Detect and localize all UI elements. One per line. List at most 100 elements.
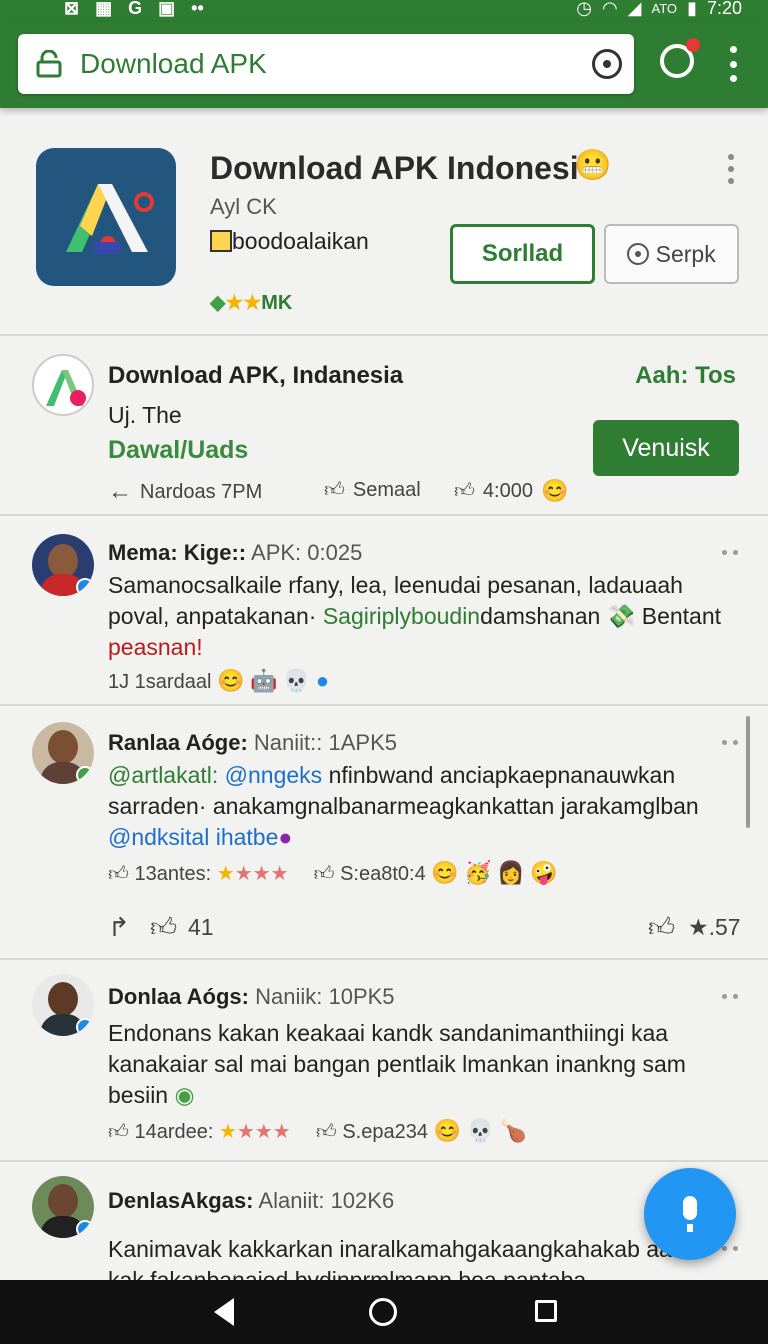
comment-item: Donlaa Aógs: Naniik: 10PK5 Endonans kaka… — [0, 960, 768, 1162]
post-count[interactable]: 👍︎ 4:000 😊 — [454, 478, 568, 504]
skull-emoji-icon: 💀 — [282, 668, 311, 693]
post-like[interactable]: 👍︎ Semaal — [324, 478, 421, 502]
notification-bell-icon[interactable] — [660, 38, 700, 78]
post-downloads-link[interactable]: Dawal/Uads — [108, 436, 248, 465]
comment-menu-icon[interactable] — [722, 740, 738, 748]
thumbs-up-icon[interactable]: 👍︎ — [648, 912, 675, 943]
thumbs-up-icon[interactable]: 👍︎ — [316, 1121, 337, 1143]
app-subtitle: Ayl CK — [210, 194, 277, 219]
app-header: Download APK Indonesi 😬 Ayl CK boodoalai… — [0, 118, 768, 336]
status-bar: ⊠ ▦ G ▣ •• ◷ ◠ ◢ ATO ▮ 7:20 — [0, 0, 768, 22]
battery-icon: ▮ — [687, 0, 697, 18]
rating-text: MK — [261, 292, 293, 314]
like-count: 41 — [188, 914, 214, 940]
url-text: Download APK — [80, 48, 267, 79]
app-notification-icon: ⊠ — [64, 0, 80, 18]
post-time-text: Nardoas 7PM — [140, 480, 263, 503]
post-like-label: Semaal — [352, 478, 421, 501]
star-count: ★.57 — [688, 914, 741, 940]
comment-item: Mema: Kige:: APK: 0:025 Samanocsalkaile … — [0, 518, 768, 706]
recent-apps-icon[interactable] — [535, 1300, 557, 1322]
verified-badge-icon — [76, 578, 94, 596]
comment-body: @artlakatl: @nngeks nfinbwand anciapkaep… — [108, 762, 699, 850]
post-title: Download APK, Indanesia — [108, 362, 404, 389]
smile-emoji-icon: 😊 — [431, 860, 459, 885]
thumbs-up-icon[interactable]: 👍︎ — [314, 863, 335, 885]
microphone-icon — [683, 1196, 697, 1232]
post-subtitle: Uj. The — [108, 402, 182, 428]
avatar[interactable] — [32, 1176, 94, 1238]
thumbs-up-icon[interactable]: 👍︎ — [108, 863, 129, 885]
scrollbar[interactable] — [746, 716, 750, 828]
avatar[interactable] — [32, 534, 94, 596]
post-count-text: 4:000 — [482, 479, 533, 502]
whatsapp-icon: ◉ — [174, 1082, 195, 1108]
home-icon[interactable] — [369, 1298, 397, 1326]
party-emoji-icon: 🤪 — [530, 860, 558, 885]
rating-stars: ★ — [216, 863, 235, 885]
money-emoji-icon: 💸 — [606, 603, 636, 629]
thumbs-up-icon[interactable]: 👍︎ — [150, 912, 177, 943]
comment-like-count: 14ardee: — [134, 1121, 214, 1143]
address-bar[interactable]: Download APK — [18, 34, 634, 94]
mention-link[interactable]: @nngeks — [225, 762, 323, 788]
alarm-icon: ◷ — [576, 0, 592, 18]
comment-author: DenlasAkgas: Alaniit: 102K6 — [108, 1188, 395, 1213]
more-emoji-icon: ● — [315, 668, 330, 693]
rating-stars: ★ — [219, 1121, 237, 1143]
purple-emoji-icon: ● — [278, 824, 293, 850]
share-arrow-icon[interactable]: ↱ — [108, 912, 130, 943]
comment-author: Ranlaa Aóge: Naniit:: 1APK5 — [108, 730, 397, 755]
lock-icon — [36, 50, 62, 78]
verified-badge-icon — [76, 1018, 94, 1036]
view-button[interactable]: Venuisk — [593, 420, 739, 476]
share-button[interactable]: Serpk — [604, 224, 739, 284]
robot-emoji-icon: 🤖 — [249, 668, 278, 693]
comment-menu-icon[interactable] — [722, 994, 738, 1002]
apk-logo-icon — [46, 370, 86, 406]
comment-author: Donlaa Aógs: Naniik: 10PK5 — [108, 984, 395, 1009]
comment-menu-icon[interactable] — [722, 550, 738, 558]
system-icons: ◷ ◠ ◢ ATO ▮ 7:20 — [576, 0, 742, 19]
comment-like-count: 13antes: — [134, 863, 212, 885]
developer-name: boodoalaikan — [232, 228, 369, 254]
network-label: ATO — [651, 1, 678, 16]
comment-share-count: S:ea8t0:4 — [340, 863, 426, 885]
notification-icons: ⊠ ▦ G ▣ •• — [64, 0, 204, 19]
app-logo — [36, 148, 176, 286]
overflow-menu-icon[interactable] — [726, 46, 740, 82]
developer-badge-icon — [210, 230, 232, 252]
comment-body: Samanocsalkaile rfany, lea, leenudai pes… — [108, 572, 722, 660]
leaf-icon: ◆ — [210, 292, 226, 314]
avatar[interactable] — [32, 974, 94, 1036]
mention-link[interactable]: @artlakatl: — [108, 762, 218, 788]
skull-emoji-icon: 💀 — [466, 1118, 494, 1143]
back-arrow-icon[interactable]: ← — [108, 478, 132, 506]
verified-badge-icon — [76, 766, 94, 784]
verified-badge-icon — [76, 1220, 94, 1238]
avatar-emoji-icon: 👩 — [497, 860, 525, 885]
back-icon[interactable] — [214, 1298, 234, 1326]
mention-link[interactable]: @ndksital ihatbe — [108, 824, 278, 850]
avatar[interactable] — [32, 722, 94, 784]
share-icon — [627, 243, 650, 265]
voice-search-button[interactable] — [644, 1168, 736, 1260]
comment-reactions: 1J 1sardaal 😊 🤖 💀 ● — [108, 668, 748, 694]
system-nav-bar — [0, 1280, 768, 1344]
post-tag: Aah: Tos — [635, 362, 736, 389]
header-menu-icon[interactable] — [726, 154, 736, 184]
thumbs-up-icon[interactable]: 👍︎ — [108, 1121, 129, 1143]
comment-reactions: 👍︎ 13antes: ★★★★ 👍︎ S:ea8t0:4 😊 🥳 👩 🤪 — [108, 860, 748, 886]
post-avatar[interactable] — [32, 354, 94, 416]
site-info-icon[interactable] — [592, 49, 622, 79]
comment-reply-count[interactable]: 1J 1sardaal — [108, 671, 211, 693]
comment-body: Endonans kakan keakaai kandk sandanimant… — [108, 1020, 686, 1108]
wifi-icon: ◠ — [601, 0, 618, 18]
install-button[interactable]: Sorllad — [450, 224, 595, 284]
smile-emoji-icon: 😊 — [433, 1118, 461, 1143]
notification-dot — [686, 38, 700, 52]
post-time: ← Nardoas 7PM — [108, 478, 262, 506]
rating-stars: ★★ — [225, 292, 262, 314]
clock: 7:20 — [706, 0, 742, 18]
comment-share-count: S.epa234 — [342, 1121, 428, 1143]
